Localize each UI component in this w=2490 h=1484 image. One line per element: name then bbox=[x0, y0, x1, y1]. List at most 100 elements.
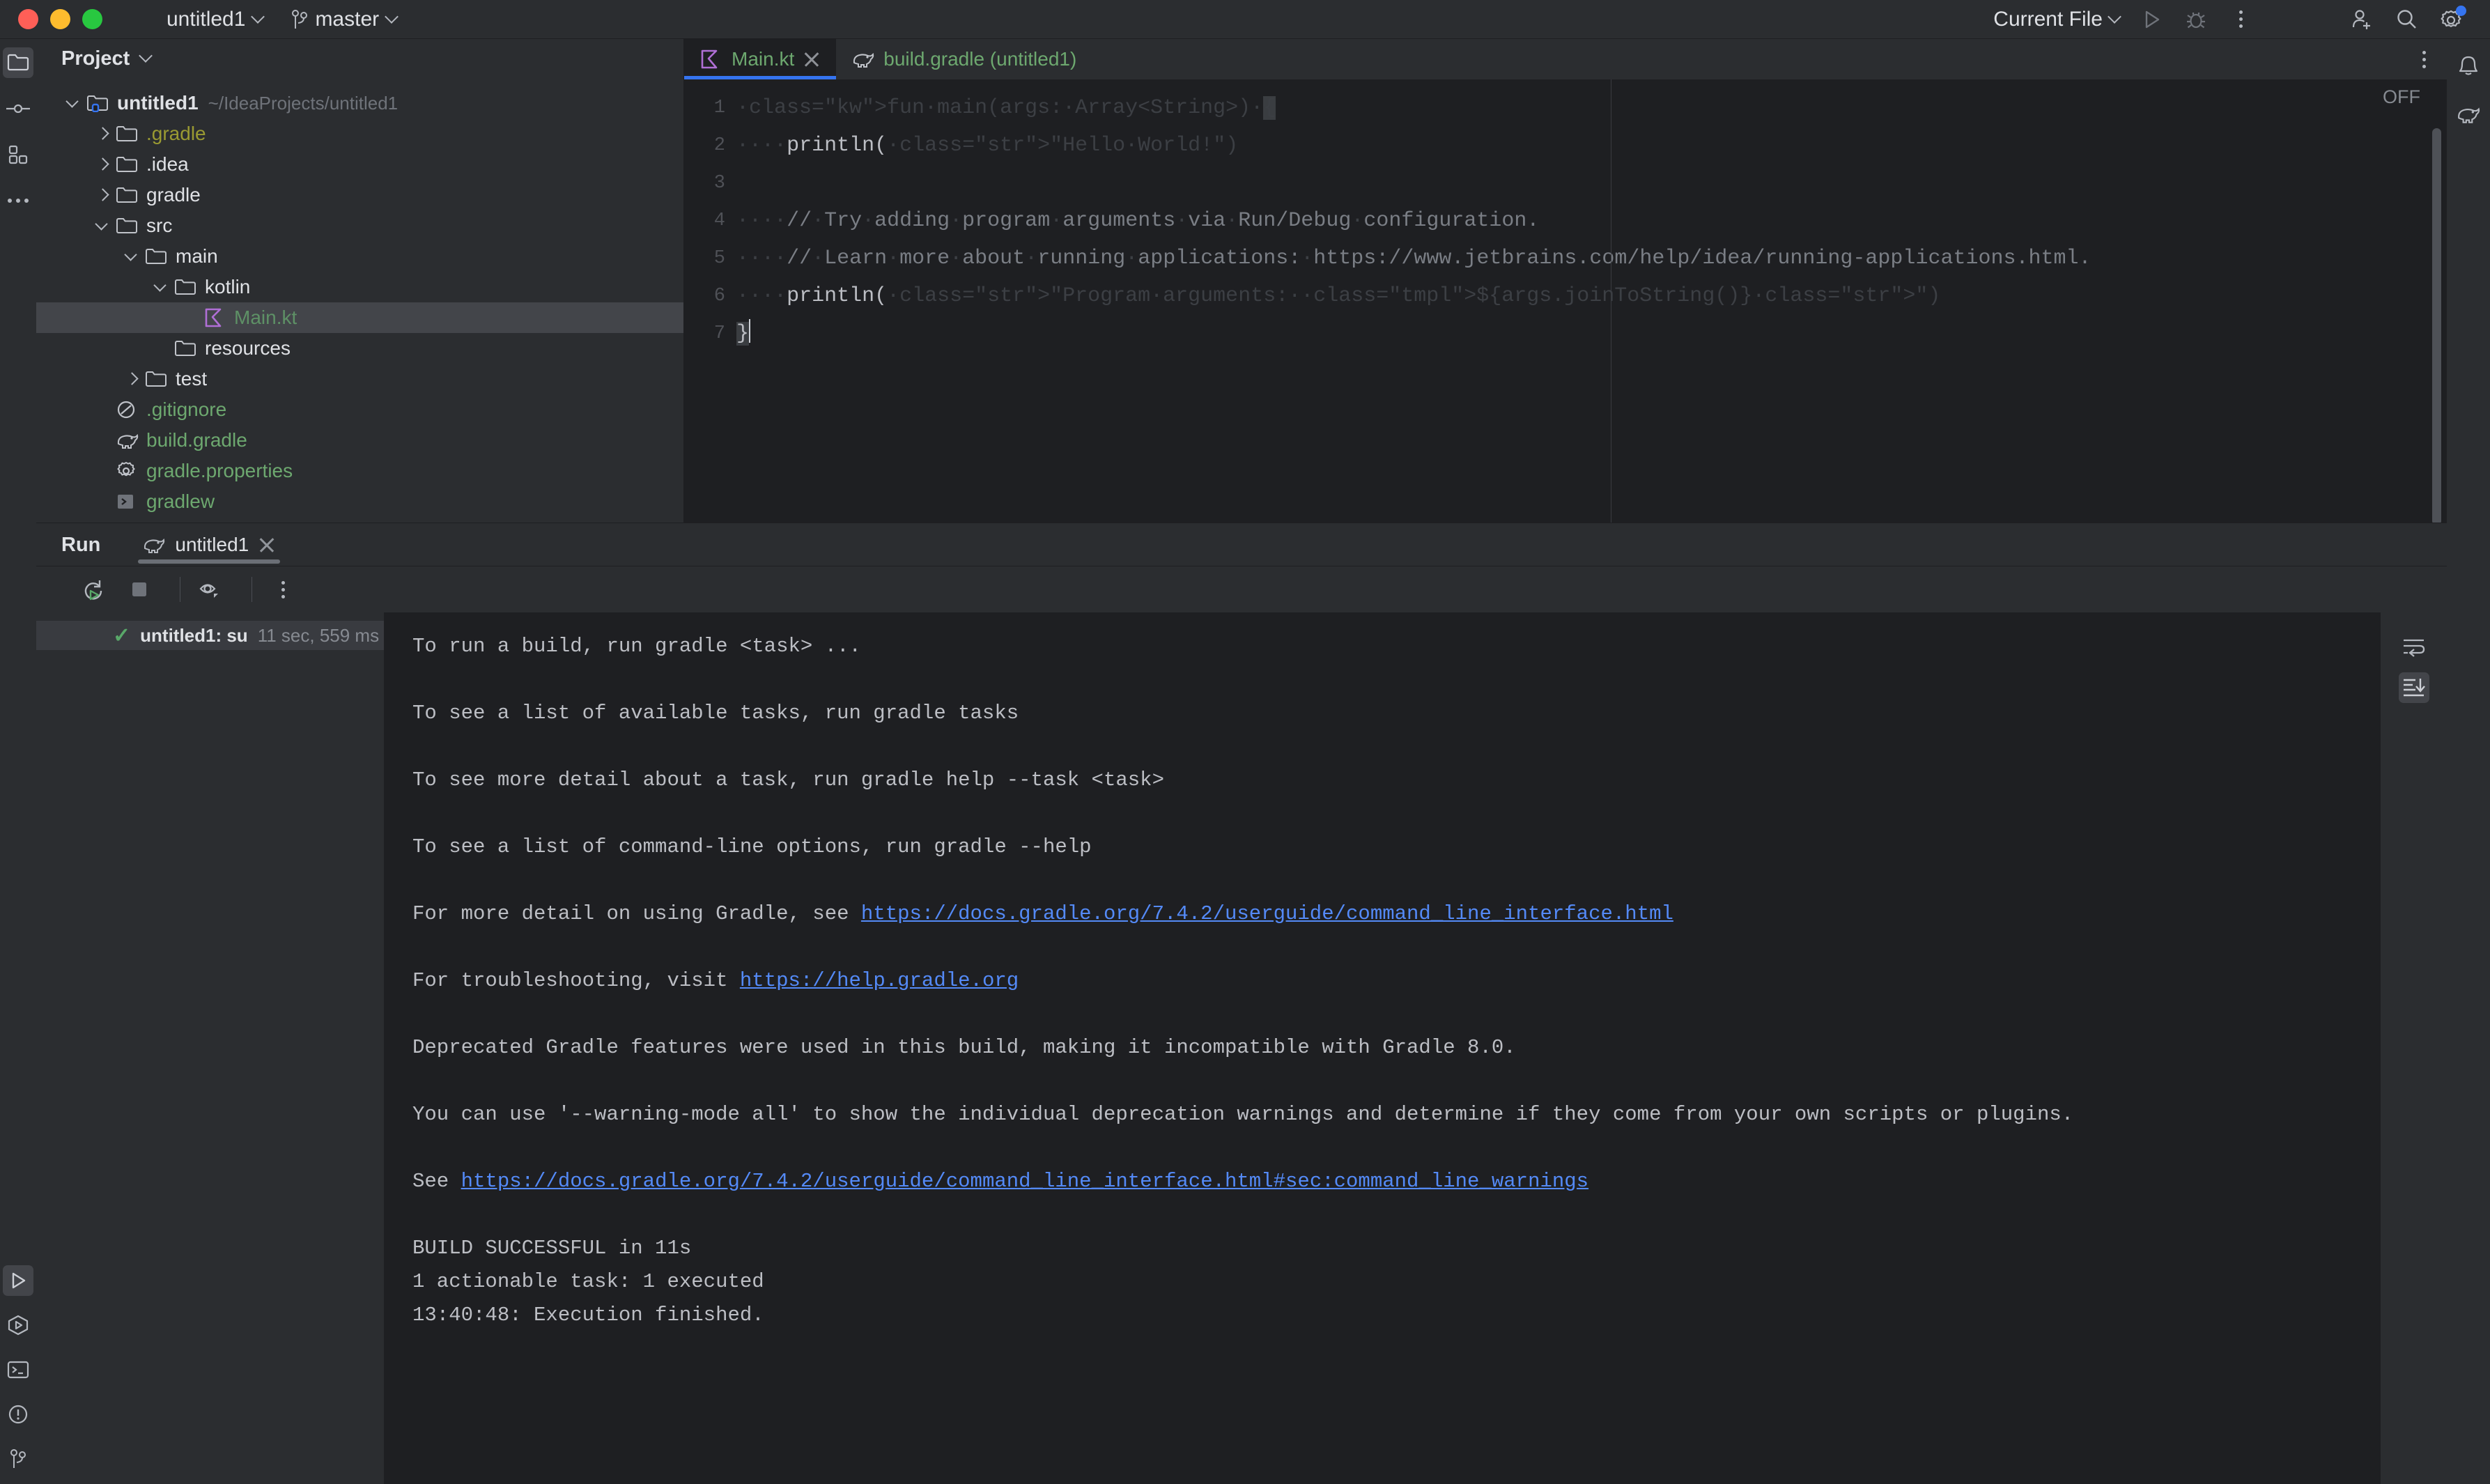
console-line bbox=[412, 1071, 2352, 1104]
console-line bbox=[412, 1205, 2352, 1238]
tree-node-gradlew[interactable]: gradlew bbox=[36, 486, 683, 517]
sidebar-item-structure[interactable] bbox=[3, 139, 33, 170]
console-link[interactable]: https://docs.gradle.org/7.4.2/userguide/… bbox=[461, 1170, 1588, 1193]
console-text: See bbox=[412, 1170, 461, 1193]
tree-node-main[interactable]: main bbox=[36, 241, 683, 272]
filter-console-button[interactable] bbox=[193, 571, 229, 608]
tree-node-kotlin[interactable]: kotlin bbox=[36, 272, 683, 302]
sidebar-item-commit[interactable] bbox=[3, 93, 33, 124]
tree-node--idea[interactable]: .idea bbox=[36, 149, 683, 180]
console-line bbox=[412, 736, 2352, 770]
chevron-down-icon[interactable] bbox=[64, 93, 84, 113]
tree-node-label: build.gradle bbox=[146, 429, 247, 451]
sidebar-item-notifications[interactable] bbox=[2453, 50, 2484, 81]
run-content: ✓ untitled1: su 11 sec, 559 ms To run a … bbox=[36, 612, 2447, 1484]
editor-scrollbar[interactable] bbox=[2432, 128, 2441, 523]
tree-node-test[interactable]: test bbox=[36, 364, 683, 394]
chevron-down-icon[interactable] bbox=[152, 277, 171, 297]
console-line bbox=[412, 1138, 2352, 1171]
tree-spacer bbox=[93, 461, 113, 481]
branch-selector[interactable]: master bbox=[282, 8, 406, 31]
debug-button[interactable] bbox=[2174, 0, 2218, 39]
maximize-window-button[interactable] bbox=[82, 9, 102, 29]
chevron-right-icon[interactable] bbox=[93, 155, 113, 174]
folder-icon bbox=[116, 185, 139, 206]
run-configuration-selector[interactable]: Current File bbox=[1993, 8, 2121, 31]
console-line-with-link: For troubleshooting, visit https://help.… bbox=[412, 971, 2352, 1004]
settings-button[interactable] bbox=[2429, 0, 2473, 39]
tree-node-resources[interactable]: resources bbox=[36, 333, 683, 364]
project-panel-header[interactable]: Project bbox=[36, 39, 683, 78]
folder-icon bbox=[145, 246, 169, 267]
rerun-button[interactable] bbox=[75, 571, 111, 608]
run-button[interactable] bbox=[2129, 0, 2174, 39]
tree-node-gradle[interactable]: gradle bbox=[36, 180, 683, 210]
tree-spacer bbox=[93, 492, 113, 511]
inspection-status-label[interactable]: OFF bbox=[2383, 86, 2420, 108]
console-line bbox=[412, 803, 2352, 837]
chevron-down-icon[interactable] bbox=[93, 216, 113, 235]
chevron-down-icon[interactable] bbox=[123, 247, 142, 266]
tree-node-gradle-properties[interactable]: gradle.properties bbox=[36, 456, 683, 486]
add-user-button[interactable] bbox=[2340, 0, 2384, 39]
search-everywhere-button[interactable] bbox=[2384, 0, 2429, 39]
chevron-down-icon bbox=[2108, 11, 2121, 24]
sidebar-item-gradle[interactable] bbox=[2453, 99, 2484, 130]
scroll-to-end-button[interactable] bbox=[2399, 672, 2429, 703]
window-controls bbox=[0, 9, 102, 29]
left-tool-rail bbox=[0, 39, 36, 1484]
run-tab-untitled1[interactable]: untitled1 bbox=[131, 523, 287, 566]
chevron-down-icon bbox=[252, 11, 264, 24]
console-link[interactable]: https://docs.gradle.org/7.4.2/userguide/… bbox=[861, 902, 1673, 925]
console-line bbox=[412, 1004, 2352, 1037]
console-text: To see a list of command-line options, r… bbox=[412, 835, 1092, 858]
run-task-row[interactable]: ✓ untitled1: su 11 sec, 559 ms bbox=[36, 621, 384, 650]
sidebar-item-terminal[interactable] bbox=[3, 1354, 33, 1385]
tree-node--gitignore[interactable]: .gitignore bbox=[36, 394, 683, 425]
tree-node-build-gradle[interactable]: build.gradle bbox=[36, 425, 683, 456]
console-line: To run a build, run gradle <task> ... bbox=[412, 636, 2352, 670]
tree-node--gradle[interactable]: .gradle bbox=[36, 118, 683, 149]
editor-tab-main-kt[interactable]: Main.kt bbox=[684, 39, 836, 79]
code-line: ····println(·class="str">"Hello·World!") bbox=[736, 127, 2447, 164]
tree-node-untitled1[interactable]: untitled1~/IdeaProjects/untitled1 bbox=[36, 88, 683, 118]
project-selector[interactable]: untitled1 bbox=[158, 8, 272, 31]
chevron-right-icon[interactable] bbox=[93, 124, 113, 144]
tree-node-label: kotlin bbox=[205, 276, 250, 298]
sidebar-item-problems[interactable] bbox=[3, 1399, 33, 1430]
sidebar-item-more[interactable] bbox=[3, 185, 33, 216]
folder-icon bbox=[116, 154, 139, 175]
console-output[interactable]: To run a build, run gradle <task> ... To … bbox=[385, 612, 2380, 1484]
console-link[interactable]: https://help.gradle.org bbox=[740, 969, 1019, 992]
close-window-button[interactable] bbox=[18, 9, 38, 29]
tree-node-label: gradle bbox=[146, 184, 201, 206]
close-icon[interactable] bbox=[803, 50, 821, 68]
stop-button[interactable] bbox=[121, 571, 157, 608]
code-content[interactable]: ·class="kw">fun·main(args:·Array<String>… bbox=[736, 79, 2447, 523]
settings-badge bbox=[2456, 6, 2466, 16]
more-icon[interactable] bbox=[2411, 51, 2437, 68]
tree-node-label: main bbox=[176, 245, 218, 268]
console-line: To see a list of command-line options, r… bbox=[412, 837, 2352, 870]
console-line: 13:40:48: Execution finished. bbox=[412, 1305, 2352, 1338]
chevron-right-icon[interactable] bbox=[123, 369, 142, 389]
tree-node-src[interactable]: src bbox=[36, 210, 683, 241]
run-tool-window: Run untitled1 bbox=[36, 523, 2447, 1484]
scroll-to-end-icon bbox=[2402, 677, 2427, 699]
chevron-right-icon[interactable] bbox=[93, 185, 113, 205]
sidebar-item-git[interactable] bbox=[3, 1444, 33, 1474]
tree-node-main-kt[interactable]: Main.kt bbox=[36, 302, 683, 333]
soft-wrap-button[interactable] bbox=[2399, 632, 2429, 663]
run-more-button[interactable] bbox=[265, 571, 301, 608]
notifications-bell-icon bbox=[2457, 54, 2480, 77]
more-actions-button[interactable] bbox=[2218, 0, 2263, 39]
close-icon[interactable] bbox=[258, 536, 276, 554]
properties-icon bbox=[116, 461, 139, 481]
run-icon bbox=[8, 1270, 29, 1291]
sidebar-item-project[interactable] bbox=[3, 47, 33, 78]
sidebar-item-run[interactable] bbox=[3, 1265, 33, 1296]
console-line-with-link: See https://docs.gradle.org/7.4.2/usergu… bbox=[412, 1171, 2352, 1205]
sidebar-item-services[interactable] bbox=[3, 1310, 33, 1340]
minimize-window-button[interactable] bbox=[50, 9, 70, 29]
editor-tab-build-gradle[interactable]: build.gradle (untitled1) bbox=[836, 39, 1092, 79]
